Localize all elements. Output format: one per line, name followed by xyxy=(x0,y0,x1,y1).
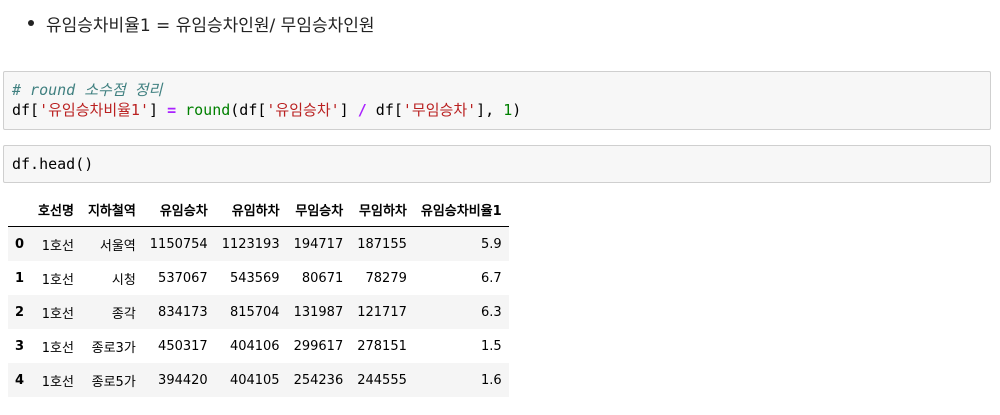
row-index: 0 xyxy=(15,236,25,252)
table-row: 2 1호선 종각 834173 815704 131987 121717 6.3 xyxy=(8,295,509,329)
code-cell-round[interactable]: # round 소수점 정리 df['유임승차비율1'] = round(df[… xyxy=(3,71,991,130)
code-token: ) xyxy=(512,101,522,119)
table-cell: 543569 xyxy=(229,270,280,286)
row-index: 1 xyxy=(15,270,25,286)
code-operator: = xyxy=(167,101,177,119)
table-cell: 244555 xyxy=(357,372,407,388)
code-number: 1 xyxy=(503,101,513,119)
table-cell: 1호선 xyxy=(41,306,74,322)
table-cell: 187155 xyxy=(357,236,407,252)
table-cell: 1.5 xyxy=(481,338,502,354)
code-token: df[ xyxy=(12,101,40,119)
table-cell: 394420 xyxy=(158,372,208,388)
table-cell: 1호선 xyxy=(41,238,74,254)
code-token: ] xyxy=(149,101,168,119)
table-row: 1 1호선 시청 537067 543569 80671 78279 6.7 xyxy=(8,261,509,295)
table-cell: 종로3가 xyxy=(91,340,136,356)
row-index: 2 xyxy=(15,304,25,320)
bullet-text: 유임승차비율1 = 유임승차인원/ 무임승차인원 xyxy=(46,15,375,36)
table-cell: 1호선 xyxy=(41,374,74,390)
column-header: 무임하차 xyxy=(350,192,414,227)
code-line-head: df.head() xyxy=(12,155,94,173)
table-cell: 1호선 xyxy=(41,340,74,356)
table-cell: 80671 xyxy=(301,270,344,286)
table-row: 4 1호선 종로5가 394420 404105 254236 244555 1… xyxy=(8,363,509,397)
table-cell: 131987 xyxy=(293,304,344,320)
table-row: 3 1호선 종로3가 450317 404106 299617 278151 1… xyxy=(8,329,509,363)
table-cell: 834173 xyxy=(158,304,208,320)
table-cell: 254236 xyxy=(293,372,344,388)
table-cell: 194717 xyxy=(293,236,344,252)
table-cell: 1123193 xyxy=(221,236,280,252)
code-string: '유임승차비율1' xyxy=(39,101,149,119)
code-token: ] xyxy=(339,101,358,119)
row-index: 3 xyxy=(15,338,25,354)
table-row: 0 1호선 서울역 1150754 1123193 194717 187155 … xyxy=(8,226,509,261)
table-cell: 1150754 xyxy=(149,236,208,252)
table-cell: 종로5가 xyxy=(91,374,136,390)
row-index: 4 xyxy=(15,372,25,388)
markdown-bullet: 유임승차비율1 = 유임승차인원/ 무임승차인원 xyxy=(28,8,375,38)
index-header xyxy=(8,192,32,227)
column-header: 유임승차 xyxy=(142,192,215,227)
table-cell: 121717 xyxy=(357,304,407,320)
table-cell: 404105 xyxy=(229,372,280,388)
table-header-row: 호선명 지하철역 유임승차 유임하차 무임승차 무임하차 유임승차비율1 xyxy=(8,192,509,227)
table-cell: 278151 xyxy=(357,338,407,354)
code-line-round: df['유임승차비율1'] = round(df['유임승차'] / df['무… xyxy=(12,100,990,120)
column-header: 유임승차비율1 xyxy=(413,192,509,227)
code-token: df[ xyxy=(366,101,403,119)
table-cell: 5.9 xyxy=(481,236,502,252)
table-cell: 299617 xyxy=(293,338,344,354)
table-cell: 6.3 xyxy=(481,304,502,320)
table-cell: 1.6 xyxy=(481,372,502,388)
column-header: 무임승차 xyxy=(286,192,351,227)
table-cell: 6.7 xyxy=(481,270,502,286)
table-cell: 537067 xyxy=(158,270,208,286)
table-cell: 종각 xyxy=(111,306,136,322)
column-header: 지하철역 xyxy=(80,192,143,227)
table-cell: 1호선 xyxy=(41,272,74,288)
code-operator: / xyxy=(357,101,367,119)
code-comment: # round 소수점 정리 xyxy=(12,81,163,99)
code-token: ], xyxy=(476,101,504,119)
code-cell-head[interactable]: df.head() xyxy=(3,145,991,183)
table-cell: 서울역 xyxy=(99,238,136,254)
table-cell: 815704 xyxy=(229,304,280,320)
table-cell: 78279 xyxy=(365,270,407,286)
table-cell: 450317 xyxy=(158,338,208,354)
column-header: 호선명 xyxy=(31,192,81,227)
column-header: 유임하차 xyxy=(214,192,287,227)
code-string: '무임승차' xyxy=(402,101,477,119)
code-string: '유임승차' xyxy=(266,101,340,119)
table-cell: 404106 xyxy=(229,338,280,354)
table-cell: 시청 xyxy=(111,272,136,288)
code-token: (df[ xyxy=(230,101,267,119)
dataframe-output: 호선명 지하철역 유임승차 유임하차 무임승차 무임하차 유임승차비율1 0 1… xyxy=(8,192,509,397)
bullet-dot xyxy=(28,20,34,26)
code-builtin: round xyxy=(185,101,231,119)
